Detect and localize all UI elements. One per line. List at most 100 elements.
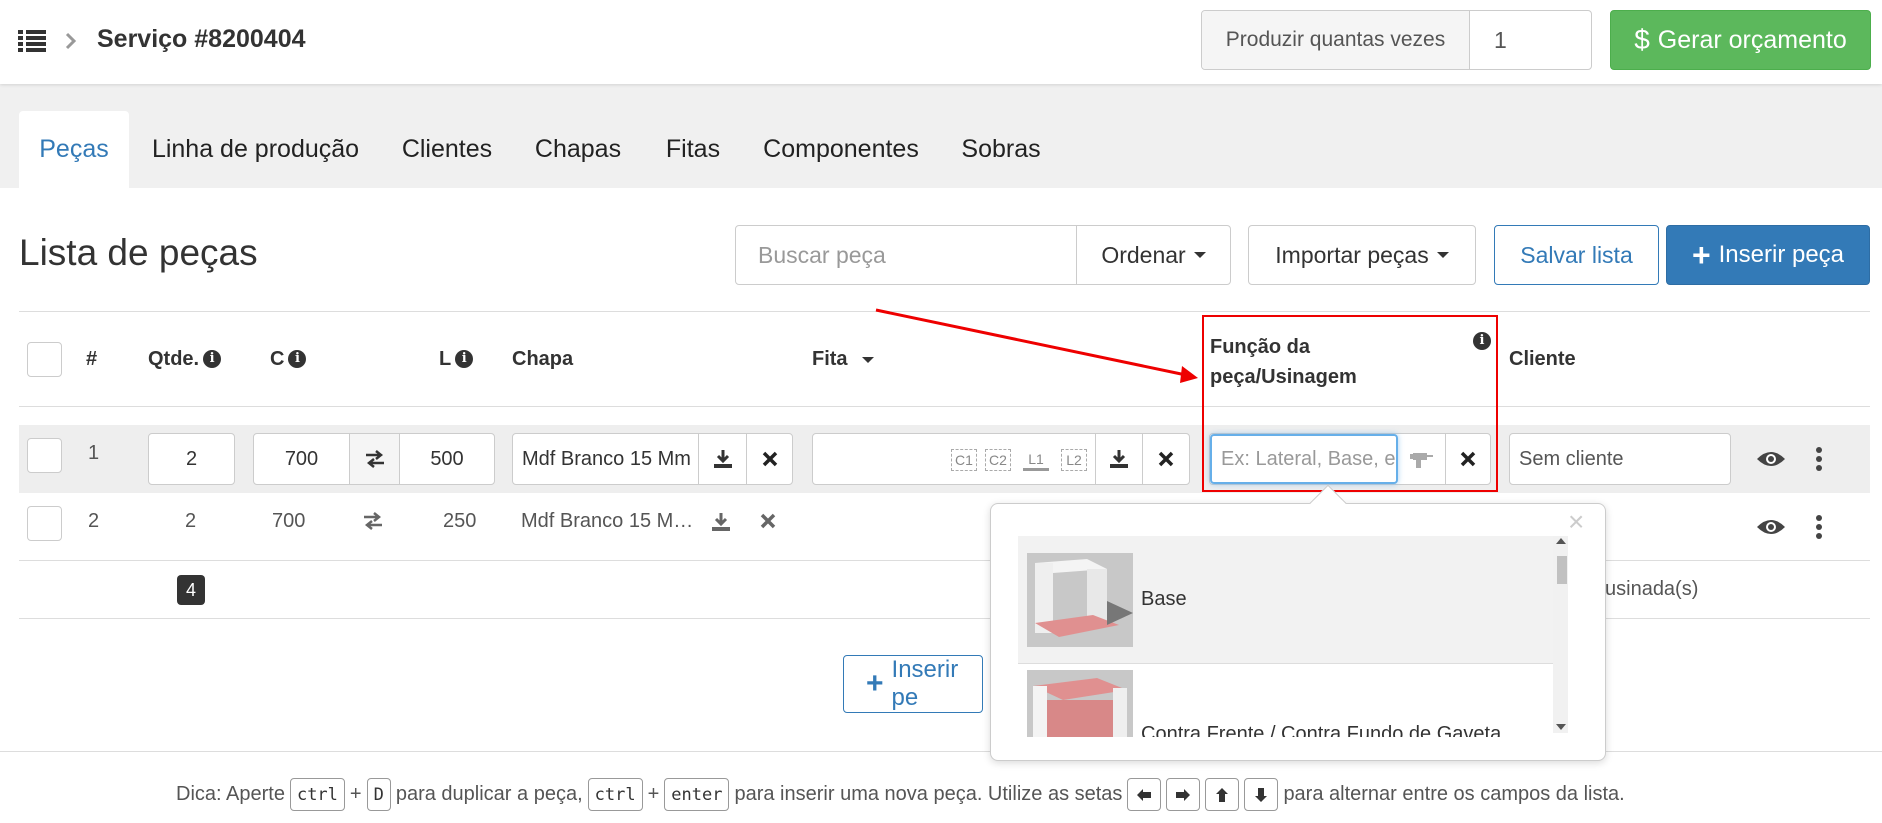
machined-count-text: usinada(s) — [1605, 578, 1699, 600]
col-l-label: L — [439, 348, 452, 370]
tab-componentes[interactable]: Componentes — [755, 111, 927, 188]
scroll-up-arrow-icon[interactable] — [1556, 538, 1566, 544]
l-value[interactable]: 250 — [443, 510, 476, 533]
select-all-checkbox[interactable] — [27, 342, 62, 377]
kbd-ctrl: ctrl — [587, 778, 643, 811]
close-icon[interactable] — [1143, 434, 1189, 484]
qty-input[interactable]: 2 — [148, 433, 235, 485]
more-vertical-icon[interactable] — [1815, 515, 1823, 539]
function-suggestions-popup: × Base Contra Frente / Contra Fundo de G… — [990, 503, 1606, 761]
keyboard-tip: Dica: Aperte ctrl + D para duplicar a pe… — [176, 778, 1625, 811]
kbd-arrow-left-icon — [1127, 778, 1162, 811]
eye-icon[interactable] — [1756, 517, 1786, 537]
tip-plus: + — [349, 783, 362, 805]
scroll-down-arrow-icon[interactable] — [1556, 724, 1566, 730]
chevron-right-icon — [65, 32, 77, 50]
kbd-arrow-up-icon — [1205, 778, 1240, 811]
order-dropdown[interactable]: Ordenar — [1077, 226, 1230, 284]
col-c: Ci — [270, 348, 307, 371]
close-icon[interactable] — [760, 513, 776, 529]
insert-piece-label: Inserir peça — [1718, 241, 1845, 268]
tab-clientes[interactable]: Clientes — [392, 111, 502, 188]
edge-c2-toggle[interactable]: C2 — [985, 449, 1011, 471]
col-fita[interactable]: Fita — [812, 348, 874, 371]
total-qty-badge: 4 — [177, 575, 205, 605]
tip-plus: + — [647, 783, 660, 805]
col-c-label: C — [270, 348, 285, 370]
import-label: Importar peças — [1275, 241, 1429, 268]
suggestion-label: Base — [1141, 588, 1187, 610]
base-thumbnail — [1027, 553, 1133, 647]
chapa-value[interactable]: Mdf Branco 15 M… — [521, 510, 693, 533]
row-checkbox[interactable] — [27, 506, 62, 541]
tip-text: para inserir uma nova peça. Utilize as s… — [734, 783, 1123, 805]
l-input[interactable]: 500 — [400, 434, 494, 484]
download-icon[interactable] — [711, 512, 731, 532]
edge-l1-toggle[interactable]: L1 — [1023, 449, 1049, 471]
tab-pecas[interactable]: Peças — [19, 111, 129, 188]
col-chapa: Chapa — [512, 348, 574, 370]
annotation-highlight-box — [1202, 315, 1498, 492]
info-icon[interactable]: i — [455, 350, 474, 368]
scrollbar-thumb[interactable] — [1557, 556, 1567, 584]
tab-sobras[interactable]: Sobras — [953, 111, 1049, 188]
suggestion-item-base[interactable]: Base — [1018, 536, 1553, 664]
row-checkbox[interactable] — [27, 438, 62, 473]
row-number: 1 — [88, 442, 100, 464]
kbd-arrow-down-icon — [1244, 778, 1279, 811]
swap-icon[interactable] — [350, 434, 400, 484]
kbd-d: D — [366, 778, 391, 811]
download-icon[interactable] — [1096, 434, 1143, 484]
more-vertical-icon[interactable] — [1815, 447, 1823, 471]
chapa-input[interactable]: Mdf Branco 15 Mm — [513, 434, 699, 484]
plus-icon: + — [1691, 237, 1711, 273]
tab-linha-producao[interactable]: Linha de produção — [143, 111, 368, 188]
tip-text: para duplicar a peça, — [395, 783, 583, 805]
col-qty-label: Qtde. — [148, 348, 200, 370]
suggestion-item-contra-frente[interactable]: Contra Frente / Contra Fundo de Gaveta — [1018, 665, 1553, 737]
info-icon[interactable]: i — [203, 350, 222, 368]
kbd-enter: enter — [664, 778, 730, 811]
qty-value[interactable]: 2 — [185, 510, 196, 533]
kbd-arrow-right-icon — [1166, 778, 1201, 811]
c-value[interactable]: 700 — [272, 510, 305, 533]
dimensions-group: 700 500 — [253, 433, 495, 485]
col-l: Li — [439, 348, 474, 371]
list-icon[interactable] — [18, 29, 46, 53]
generate-budget-button[interactable]: $ Gerar orçamento — [1610, 10, 1871, 70]
plus-icon: + — [866, 667, 884, 700]
import-pieces-dropdown[interactable]: Importar peças — [1248, 225, 1476, 285]
tip-text: para alternar entre os campos da lista. — [1283, 783, 1625, 805]
col-number: # — [86, 348, 98, 370]
chapa-group: Mdf Branco 15 Mm — [512, 433, 793, 485]
annotation-arrow — [875, 308, 1198, 383]
top-bar: Serviço #8200404 Produzir quantas vezes … — [0, 0, 1882, 84]
suggestions-list: Base Contra Frente / Contra Fundo de Gav… — [1018, 532, 1568, 737]
edge-c1-toggle[interactable]: C1 — [951, 449, 977, 471]
insert-piece-button[interactable]: + Inserir peça — [1666, 225, 1870, 285]
produce-times-input[interactable]: 1 — [1470, 11, 1591, 69]
close-icon[interactable] — [747, 434, 792, 484]
download-icon[interactable] — [699, 434, 747, 484]
caret-down-icon — [1436, 252, 1449, 258]
search-group: Buscar peça Ordenar — [735, 225, 1231, 285]
tab-fitas[interactable]: Fitas — [656, 111, 730, 188]
caret-down-icon — [1193, 252, 1206, 258]
search-input[interactable]: Buscar peça — [736, 226, 1077, 284]
divider — [19, 406, 1870, 407]
insert-piece-bottom-button[interactable]: + Inserir pe — [843, 655, 983, 713]
eye-icon[interactable] — [1756, 449, 1786, 469]
client-select[interactable]: Sem cliente — [1509, 433, 1731, 485]
info-icon[interactable]: i — [288, 350, 307, 368]
page-title: Serviço #8200404 — [97, 25, 306, 53]
order-label: Ordenar — [1101, 241, 1186, 268]
insert-piece-bottom-label: Inserir pe — [891, 656, 959, 711]
col-qty: Qtde. i — [148, 348, 222, 371]
close-icon[interactable]: × — [1568, 506, 1584, 538]
swap-icon[interactable] — [362, 512, 384, 530]
c-input[interactable]: 700 — [254, 434, 350, 484]
save-list-button[interactable]: Salvar lista — [1494, 225, 1659, 285]
drawer-thumbnail — [1027, 670, 1133, 737]
tab-chapas[interactable]: Chapas — [526, 111, 630, 188]
edge-l2-toggle[interactable]: L2 — [1061, 449, 1087, 471]
